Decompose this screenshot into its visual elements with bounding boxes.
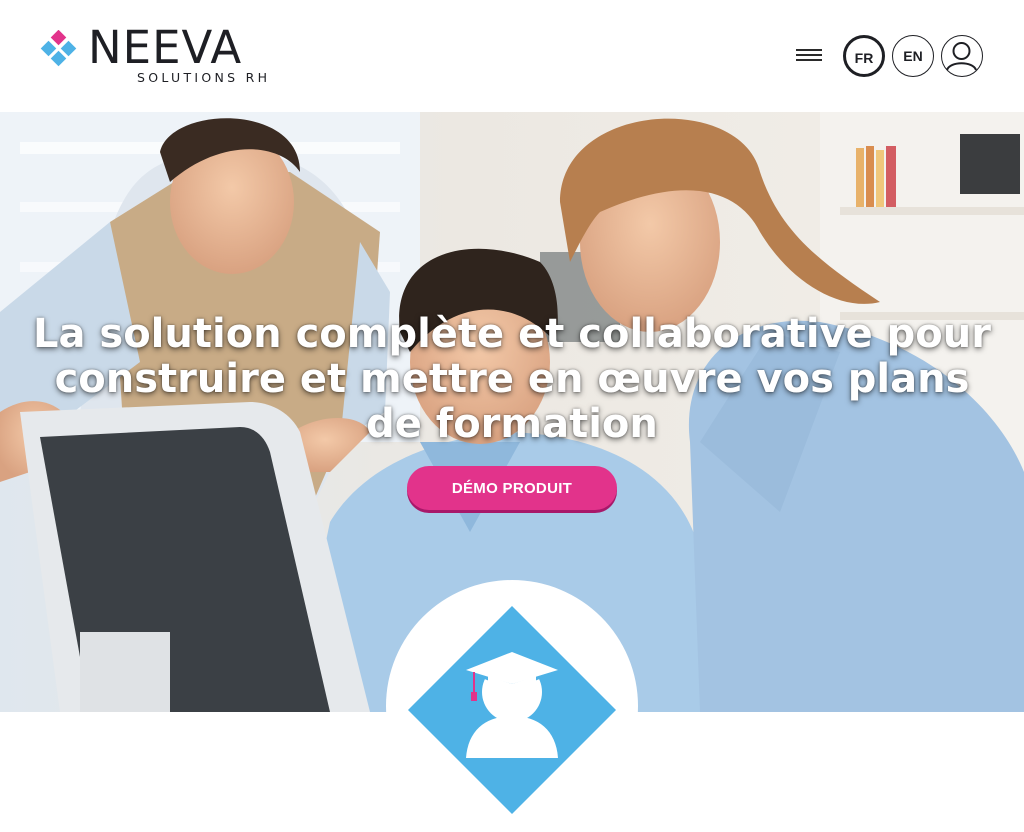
logo-mark-icon [40,30,77,67]
language-fr-button[interactable]: FR [843,35,885,77]
site-header: NEEVA SOLUTIONS RH FR EN [0,0,1024,112]
language-en-button[interactable]: EN [892,35,934,77]
hamburger-icon [796,49,822,51]
user-account-button[interactable] [941,35,983,77]
logo-name: NEEVA [88,21,243,74]
hero-title: La solution complète et collaborative po… [32,311,991,447]
logo[interactable]: NEEVA SOLUTIONS RH [40,22,300,88]
feature-badge [386,580,638,832]
user-icon [946,42,977,71]
logo-tagline: SOLUTIONS RH [137,70,271,85]
graduation-cap-icon [408,606,616,814]
demo-product-button[interactable]: DÉMO PRODUIT [407,466,617,510]
menu-button[interactable] [796,46,824,64]
